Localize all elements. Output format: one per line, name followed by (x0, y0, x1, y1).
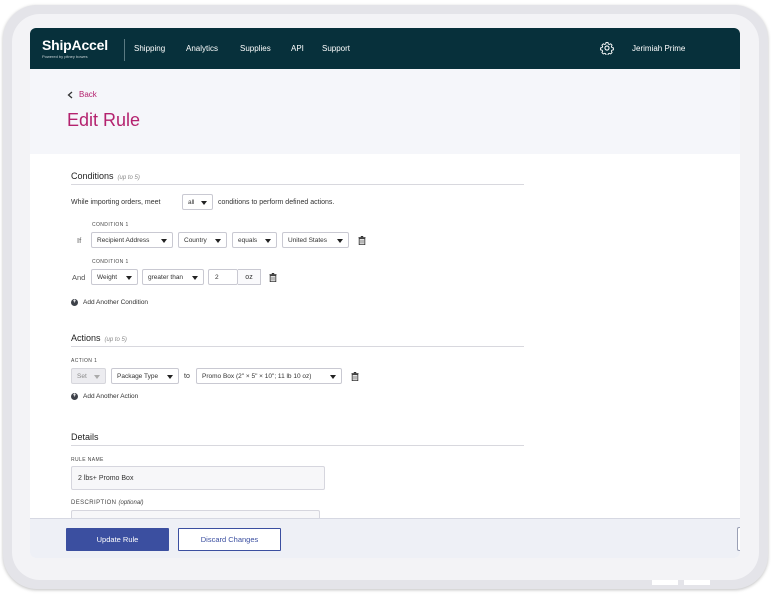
action-value: Promo Box (2" × 5" × 10"; 11 lb 10 oz) (202, 372, 312, 380)
action-verb-select: Set (71, 368, 106, 384)
add-condition-label: Add Another Condition (83, 299, 149, 306)
action-value-select[interactable]: Promo Box (2" × 5" × 10"; 11 lb 10 oz) (196, 368, 342, 384)
details-divider (71, 445, 524, 446)
conditions-title: Conditions (71, 171, 114, 181)
description-label-text: DESCRIPTION (71, 500, 117, 506)
actions-heading: Actions (up to 5) (71, 333, 127, 343)
discard-changes-button[interactable]: Discard Changes (178, 528, 281, 551)
caret-down-icon (330, 375, 336, 379)
condition-value-select[interactable]: United States (282, 232, 349, 248)
description-optional-note: (optional) (118, 500, 144, 506)
condition-caption: CONDITION 1 (92, 222, 129, 228)
condition-subfield-select[interactable]: Country (178, 232, 227, 248)
nav-item-shipping[interactable]: Shipping (134, 44, 165, 53)
condition-connector: If (77, 236, 82, 245)
plus-circle-icon: + (71, 393, 78, 400)
chevron-left-icon (67, 91, 73, 98)
condition-operator-value: equals (238, 236, 258, 244)
actions-limit-note: (up to 5) (104, 337, 127, 343)
description-label: DESCRIPTION (optional) (71, 500, 144, 506)
condition-operator-value: greater than (148, 273, 184, 281)
condition-caption: CONDITION 1 (92, 259, 129, 265)
condition-weight-input[interactable]: 2 (208, 269, 238, 285)
caret-down-icon (192, 276, 198, 280)
frame-notch (684, 580, 710, 585)
offscreen-button-edge[interactable] (737, 527, 740, 551)
trash-icon[interactable] (351, 372, 359, 381)
condition-value: United States (288, 236, 328, 244)
caret-down-icon (167, 375, 173, 379)
rule-name-input[interactable]: 2 lbs+ Promo Box (71, 466, 325, 490)
condition-field-select[interactable]: Recipient Address (91, 232, 173, 248)
update-rule-button[interactable]: Update Rule (66, 528, 169, 551)
brand-subtitle: Powered by pitney bowes (42, 54, 88, 59)
caret-down-icon (94, 375, 100, 379)
plus-circle-icon: + (71, 299, 78, 306)
caret-down-icon (215, 239, 221, 243)
condition-connector: And (72, 273, 86, 282)
frame-notch (652, 580, 678, 585)
condition-subfield-value: Country (184, 236, 207, 244)
action-caption: ACTION 1 (71, 358, 98, 364)
caret-down-icon (265, 239, 271, 243)
conditions-intro-suffix: conditions to perform defined actions. (218, 199, 335, 206)
back-link[interactable]: Back (67, 90, 97, 99)
condition-field-value: Weight (97, 273, 118, 281)
nav-item-supplies[interactable]: Supplies (240, 44, 271, 53)
add-action-label: Add Another Action (83, 393, 139, 400)
back-label: Back (79, 90, 97, 99)
nav-item-analytics[interactable]: Analytics (186, 44, 218, 53)
match-mode-value: all (188, 198, 195, 206)
trash-icon[interactable] (358, 236, 366, 245)
action-connector: to (184, 373, 190, 380)
caret-down-icon (201, 201, 207, 205)
brand-divider (124, 39, 125, 61)
actions-title: Actions (71, 333, 101, 343)
action-target-value: Package Type (117, 372, 159, 380)
condition-operator-select[interactable]: equals (232, 232, 277, 248)
add-condition-link[interactable]: + Add Another Condition (71, 299, 148, 306)
top-navbar: ShipAccel Powered by pitney bowes Shippi… (30, 28, 740, 69)
conditions-limit-note: (up to 5) (117, 175, 140, 181)
nav-item-api[interactable]: API (291, 44, 304, 53)
brand-name: ShipAccel (42, 37, 108, 53)
conditions-heading: Conditions (up to 5) (71, 171, 140, 181)
action-verb-value: Set (77, 372, 87, 380)
actions-divider (71, 346, 524, 347)
brand-logo[interactable]: ShipAccel Powered by pitney bowes (42, 37, 108, 59)
condition-operator-select[interactable]: greater than (142, 269, 204, 285)
caret-down-icon (126, 276, 132, 280)
action-target-select[interactable]: Package Type (111, 368, 179, 384)
rule-name-label: RULE NAME (71, 457, 104, 463)
match-mode-select[interactable]: all (182, 194, 213, 210)
details-heading: Details (71, 432, 99, 442)
trash-icon[interactable] (269, 273, 277, 282)
add-action-link[interactable]: + Add Another Action (71, 393, 138, 400)
condition-field-value: Recipient Address (97, 236, 150, 244)
condition-field-select[interactable]: Weight (91, 269, 138, 285)
conditions-divider (71, 184, 524, 185)
gear-icon[interactable] (600, 41, 614, 55)
caret-down-icon (161, 239, 167, 243)
condition-unit-label: oz (238, 269, 261, 285)
action-footer: Update Rule Discard Changes (30, 518, 740, 558)
user-menu[interactable]: Jerimiah Prime (632, 44, 685, 53)
nav-item-support[interactable]: Support (322, 44, 350, 53)
conditions-intro-prefix: While importing orders, meet (71, 199, 161, 206)
caret-down-icon (337, 239, 343, 243)
page-title: Edit Rule (67, 110, 141, 130)
app-screen: ShipAccel Powered by pitney bowes Shippi… (30, 28, 740, 558)
